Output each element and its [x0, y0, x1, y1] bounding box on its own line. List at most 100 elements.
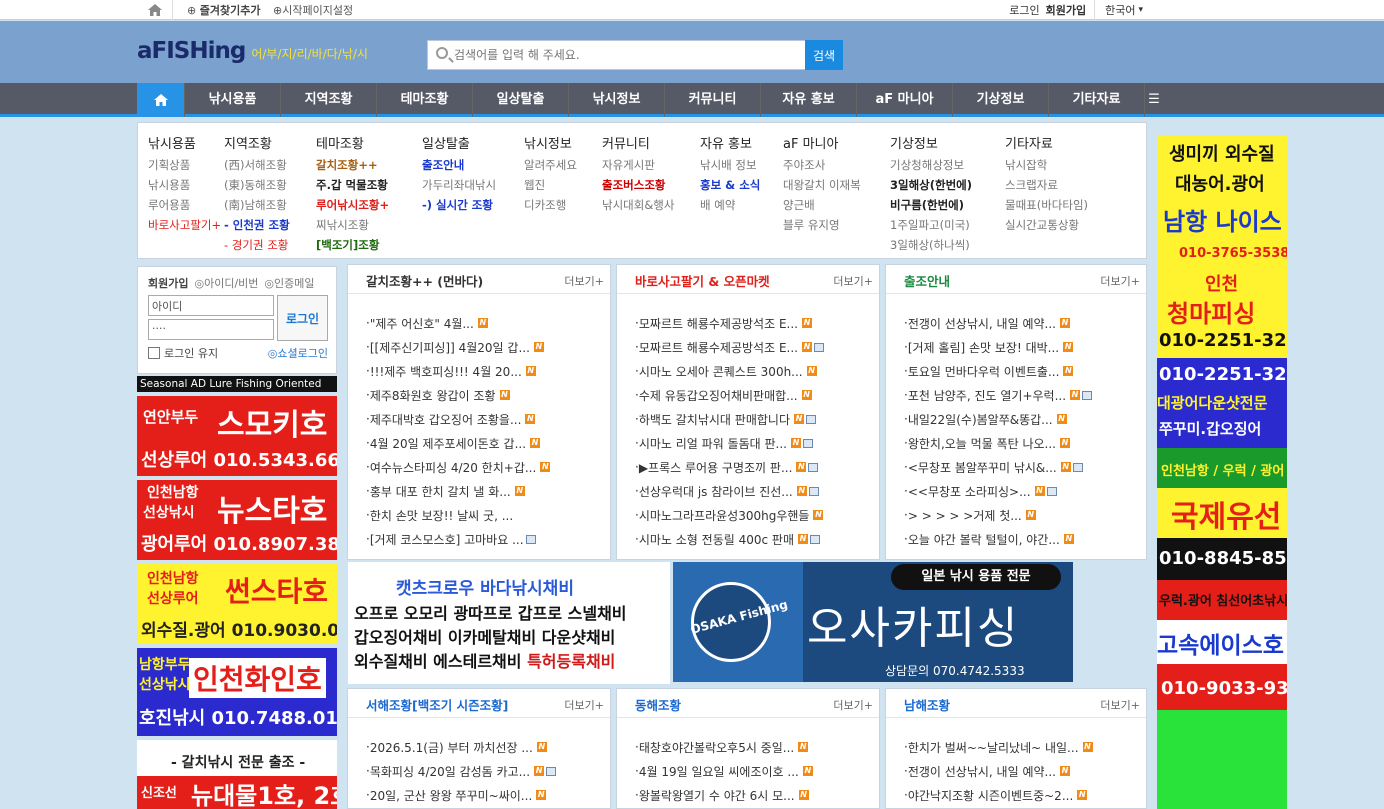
list-item[interactable]: · "제주 어신호" 4월... N — [366, 311, 604, 335]
find-id-link[interactable]: ◎아이디/비번 — [194, 277, 258, 290]
ad-green-placeholder[interactable] — [1157, 710, 1287, 809]
banner-osaka-fishing[interactable]: OSAKA Fishing 일본 낚시 용품 전문 오사카피싱 상담문의 070… — [673, 562, 1073, 682]
more-link[interactable]: 더보기+ — [1100, 273, 1140, 289]
mega-link[interactable]: 양근배 — [783, 195, 861, 215]
ad-smokey[interactable]: 연안부두 스모키호 선상루어 010.5343.6604 — [137, 396, 337, 476]
list-item[interactable]: · 한치 손맛 보장!! 날씨 굿, ... — [366, 503, 604, 527]
mega-link[interactable]: [백조기]조황 — [316, 235, 389, 255]
mega-link[interactable]: 알려주세요 — [524, 155, 577, 175]
nav-item-weather[interactable]: 기상정보 — [953, 83, 1049, 117]
pane-title[interactable]: 남해조황 — [904, 695, 950, 714]
list-item[interactable]: · 2026.5.1(금) 부터 까치선장 ... N — [366, 735, 604, 759]
list-item[interactable]: · ▶프록스 루어용 구명조끼 판... N — [635, 455, 873, 479]
social-login-link[interactable]: ◎쇼셜로그인 — [268, 345, 328, 361]
pane-title[interactable]: 출조안내 — [904, 271, 950, 290]
ad-daegwangeo[interactable]: 010-2251-3237 대광어다운샷전문 쭈꾸미.갑오징어 — [1157, 358, 1287, 448]
search-button[interactable]: 검색 — [805, 40, 843, 70]
ad-newstar[interactable]: 인천남항 선상낚시 뉴스타호 광어루어 010.8907.3866 — [137, 480, 337, 560]
more-link[interactable]: 더보기+ — [833, 273, 873, 289]
bookmark-link[interactable]: ⊕ 즐겨찾기추가 — [187, 2, 260, 18]
mega-link[interactable]: 자유게시판 — [602, 155, 674, 175]
more-link[interactable]: 더보기+ — [1100, 697, 1140, 713]
mega-link[interactable]: 출조안내 — [422, 155, 496, 175]
list-item[interactable]: · 시마노 소형 전동릴 400c 판매 N — [635, 527, 873, 551]
mega-link[interactable]: 찌낚시조황 — [316, 215, 389, 235]
banner-catscrow[interactable]: 캣츠크로우 바다낚시채비 오프로 오모리 광따프로 갑프로 스넬채비 갑오징어채… — [348, 562, 670, 684]
mega-link[interactable]: 홍보 & 소식 — [700, 175, 760, 195]
mega-link[interactable]: 주야조사 — [783, 155, 861, 175]
nav-item-escape[interactable]: 일상탈출 — [473, 83, 569, 117]
site-logo[interactable]: aFISHing 어/부/지/리/바/다/낚/시 — [137, 38, 368, 64]
list-item[interactable]: · 왕한치,오늘 먹물 폭탄 나오... N — [904, 431, 1140, 455]
cert-mail-link[interactable]: ◎인증메일 — [264, 277, 314, 290]
password-input[interactable]: ···· — [148, 319, 274, 340]
mega-link[interactable]: 실시간교통상황 — [1005, 215, 1088, 235]
more-link[interactable]: 더보기+ — [833, 697, 873, 713]
nav-item-promo[interactable]: 자유 홍보 — [761, 83, 857, 117]
mega-link[interactable]: 낚시배 정보 — [700, 155, 760, 175]
list-item[interactable]: · 토요일 먼바다우럭 이벤트출... N — [904, 359, 1140, 383]
join-link[interactable]: 회원가입 — [1046, 2, 1086, 18]
login-link[interactable]: 로그인 — [1009, 2, 1039, 18]
nav-item-region[interactable]: 지역조황 — [281, 83, 377, 117]
mega-link[interactable]: (西)서해조황 — [224, 155, 290, 175]
home-icon[interactable] — [137, 0, 173, 20]
nav-item-community[interactable]: 커뮤니티 — [665, 83, 761, 117]
list-item[interactable]: · > > > > >거제 첫... N — [904, 503, 1140, 527]
list-item[interactable]: · 하백도 갈치낚시대 판매합니다 N — [635, 407, 873, 431]
list-item[interactable]: · 4월 20일 제주포세이돈호 갑... N — [366, 431, 604, 455]
mega-link[interactable]: 1주일파고(미국) — [890, 215, 972, 235]
mega-link[interactable]: - 인천권 조황 — [224, 215, 290, 235]
language-select[interactable]: 한국어 ▾ — [1094, 0, 1147, 20]
mega-link[interactable]: 가두리좌대낚시 — [422, 175, 496, 195]
pane-title[interactable]: 갈치조황++ (먼바다) — [366, 271, 483, 290]
startpage-link[interactable]: ⊕시작페이지설정 — [273, 2, 353, 18]
list-item[interactable]: · 선상우럭대 js 참라이브 진선... N — [635, 479, 873, 503]
pane-title[interactable]: 바로사고팔기 & 오픈마켓 — [635, 271, 770, 290]
list-item[interactable]: · 목화피싱 4/20일 감성돔 카고... N — [366, 759, 604, 783]
pane-title[interactable]: 동해조황 — [635, 695, 681, 714]
mega-link[interactable]: 블루 유지영 — [783, 215, 861, 235]
keep-login-checkbox[interactable]: 로그인 유지 — [148, 345, 218, 361]
more-link[interactable]: 더보기+ — [564, 273, 604, 289]
mega-link[interactable]: (東)동해조황 — [224, 175, 290, 195]
mega-link[interactable]: 3일해상(한번에) — [890, 175, 972, 195]
list-item[interactable]: · 수제 유동갑오징어채비판매합... N — [635, 383, 873, 407]
mega-link[interactable]: 주.갑 먹물조황 — [316, 175, 389, 195]
mega-link[interactable]: 배 예약 — [700, 195, 760, 215]
list-item[interactable]: · 제주대박호 갑오징어 조황을... N — [366, 407, 604, 431]
list-item[interactable]: · 오늘 야간 볼락 털털이, 야간... N — [904, 527, 1140, 551]
list-item[interactable]: · 한치가 벌써~~날리났네~ 내일... N — [904, 735, 1140, 759]
mega-link[interactable]: 디카조행 — [524, 195, 577, 215]
mega-link[interactable]: 낚시용품 — [148, 175, 221, 195]
mega-link[interactable]: 바로사고팔기+ — [148, 215, 221, 235]
list-item[interactable]: · <무창포 봄알쭈꾸미 낚시&... N — [904, 455, 1140, 479]
mega-link[interactable]: 출조버스조황 — [602, 175, 674, 195]
mega-link[interactable]: 비구름(한번에) — [890, 195, 972, 215]
list-item[interactable]: · [[제주신기피싱]] 4월20일 갑... N — [366, 335, 604, 359]
list-item[interactable]: · 시마노 리얼 파워 돌돔대 판... N — [635, 431, 873, 455]
mega-link[interactable]: 낚시잡학 — [1005, 155, 1088, 175]
list-item[interactable]: · [거제 코스모스호] 고마바요 ... — [366, 527, 604, 551]
mega-link[interactable]: 물때표(바다타임) — [1005, 195, 1088, 215]
ad-hwain[interactable]: 남항부두 선상낚시 인천화인호 호진낚시 010.7488.0182 — [137, 648, 337, 736]
mega-link[interactable]: 기획상품 — [148, 155, 221, 175]
nav-item-mania[interactable]: aF 마니아 — [857, 83, 953, 117]
list-item[interactable]: · 시마노그라프라윤성300hg우핸들 N — [635, 503, 873, 527]
mega-link[interactable]: 낚시대회&행사 — [602, 195, 674, 215]
ad-newdaemul[interactable]: - 갈치낚시 전문 출조 - 신조선 뉴대물1호, 2호 — [137, 740, 337, 809]
nav-item-fishing-gear[interactable]: 낚시용품 — [185, 83, 281, 117]
mega-link[interactable]: 루어낚시조황+ — [316, 195, 389, 215]
list-item[interactable]: · !!!제주 백호피싱!!! 4월 20... N — [366, 359, 604, 383]
menu-icon[interactable]: ☰ — [1145, 83, 1163, 117]
list-item[interactable]: · 4월 19일 일요일 씨에조이호 ... N — [635, 759, 873, 783]
list-item[interactable]: · <<무창포 소라피싱>... N — [904, 479, 1140, 503]
mega-link[interactable]: 웹진 — [524, 175, 577, 195]
list-item[interactable]: · 전갱이 선상낚시, 내일 예약... N — [904, 759, 1140, 783]
ad-ace[interactable]: 우럭.광어 침선어초낚시 고속에이스호 010-9033-9377 — [1157, 580, 1287, 710]
ad-nice[interactable]: 생미끼 외수질 대농어.광어 남항 나이스 010-3765-3538 — [1157, 136, 1287, 266]
mega-link[interactable]: (南)남해조황 — [224, 195, 290, 215]
mega-link[interactable]: 3일해상(하나씩) — [890, 235, 972, 255]
list-item[interactable]: · 야간낙지조황 시즌이벤트중~2... N — [904, 783, 1140, 807]
ad-cheongma[interactable]: 인천 청마피싱 010-2251-3237 — [1157, 266, 1287, 358]
